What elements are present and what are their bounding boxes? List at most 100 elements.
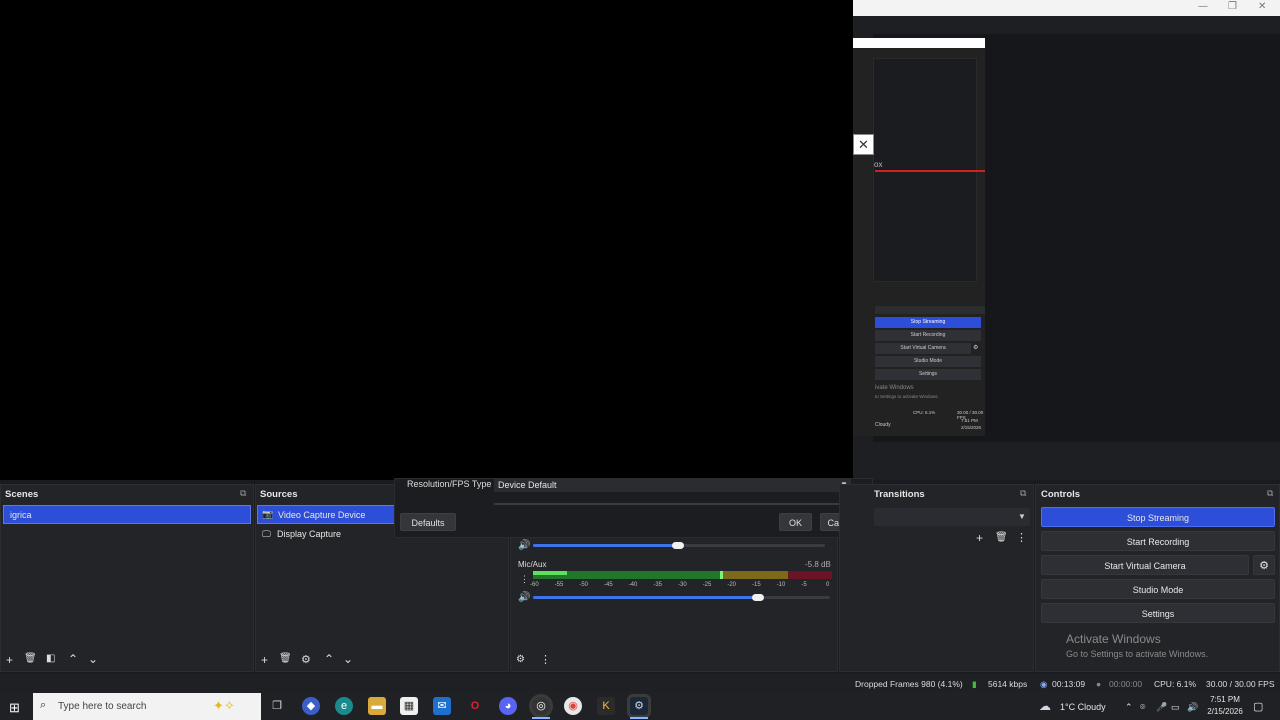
scene-item[interactable]: igrica [3, 505, 251, 524]
obs-icon[interactable]: ◎ [532, 697, 550, 715]
maximize-icon[interactable]: ❐ [1228, 1, 1237, 12]
move-down-icon[interactable]: ⌄ [343, 652, 353, 666]
sources-title: Sources [260, 489, 298, 500]
speaker-icon[interactable]: 🔊 [518, 540, 530, 551]
add-icon[interactable]: + [261, 653, 268, 667]
gear-icon[interactable]: ⚙ [516, 654, 525, 665]
stop-streaming-button[interactable]: Stop Streaming [1041, 507, 1275, 527]
active-indicator [532, 717, 550, 719]
app-icon[interactable]: K [597, 697, 615, 715]
transition-select[interactable] [874, 508, 1030, 526]
chevron-up-icon[interactable]: ⌃ [1125, 702, 1133, 713]
bitrate: 5614 kbps [988, 679, 1028, 689]
volume-knob[interactable] [672, 542, 684, 549]
trash-icon[interactable]: 🗑 [995, 532, 1008, 543]
taskbar-search[interactable]: ⌕ Type here to search ✦✧ [33, 693, 261, 720]
mini-activate-sub: to Settings to activate Windows. [875, 394, 939, 399]
volume-slider[interactable] [533, 596, 758, 599]
kebab-icon[interactable]: ⋮ [540, 653, 551, 666]
start-virtual-camera-button[interactable]: Start Virtual Camera [1041, 555, 1249, 575]
steam-icon[interactable]: ⚙ [630, 697, 648, 715]
mini-cpu: CPU: 6.1% [913, 410, 936, 415]
camera-icon: 📷 [262, 509, 274, 519]
record-icon: ● [1096, 679, 1102, 689]
clock-time[interactable]: 7:51 PM [1207, 695, 1243, 704]
volume-track [678, 544, 825, 547]
meter-tick-label: -20 [727, 582, 736, 588]
windows-start-icon[interactable]: ⊞ [9, 700, 20, 716]
volume-slider[interactable] [533, 544, 678, 547]
mini-button: Studio Mode [875, 356, 981, 367]
undock-icon[interactable]: ⧉ [1267, 488, 1277, 498]
fps: 30.00 / 30.00 FPS [1206, 679, 1275, 689]
volume-icon[interactable]: 🔊 [1187, 702, 1198, 713]
volume-track [758, 596, 830, 599]
meter-tick-label: -60 [530, 582, 539, 588]
studio-mode-button[interactable]: Studio Mode [1041, 579, 1275, 599]
ok-button[interactable]: OK [779, 513, 812, 531]
discord-icon[interactable]: ◕ [499, 697, 517, 715]
filter-icon[interactable]: ◧ [46, 653, 55, 664]
notification-icon[interactable]: ▢ [1253, 700, 1263, 713]
activate-windows-title: Activate Windows [1066, 632, 1161, 646]
source-item-display[interactable]: Display Capture [257, 525, 397, 544]
gear-icon[interactable]: ⚙ [1253, 555, 1275, 575]
kebab-icon[interactable]: ⋮ [1016, 531, 1027, 544]
mini-button: Start Virtual Camera [875, 343, 971, 354]
sparkle-icon: ✦✧ [213, 698, 235, 713]
mini-weather: Cloudy [875, 422, 891, 428]
move-down-icon[interactable]: ⌄ [88, 652, 98, 666]
resolution-select[interactable]: Device Default [494, 479, 851, 492]
nested-obs-preview: Stop Streaming Start Recording Start Vir… [853, 38, 985, 436]
close-window-icon[interactable]: ✕ [1258, 1, 1266, 12]
mini-gear-icon: ⚙ [973, 345, 979, 351]
opera-icon[interactable]: O [466, 697, 484, 715]
meter-tick-label: -10 [776, 582, 786, 588]
signal-icon: ▮ [972, 679, 977, 689]
meter-tick-label: 0 [826, 582, 830, 588]
meter-tick-label: -55 [554, 582, 564, 588]
move-up-icon[interactable]: ⌃ [324, 652, 334, 666]
edge-icon[interactable]: e [335, 697, 353, 715]
trash-icon[interactable]: 🗑 [24, 653, 37, 664]
meter-tick-label: -40 [628, 582, 638, 588]
field-label: Resolution/FPS Type [407, 479, 492, 489]
red-line [875, 170, 985, 172]
speaker-icon[interactable]: 🔊 [518, 592, 530, 603]
chrome-icon[interactable]: ◉ [564, 697, 582, 715]
cpu-usage: CPU: 6.1% [1154, 679, 1197, 689]
clock-date[interactable]: 2/15/2026 [1203, 707, 1247, 716]
meter-red [788, 571, 832, 579]
start-recording-button[interactable]: Start Recording [1041, 531, 1275, 551]
controls-title: Controls [1041, 489, 1081, 500]
add-icon[interactable]: + [6, 653, 13, 667]
kebab-icon[interactable]: ⋮ [520, 574, 529, 585]
add-icon[interactable]: + [976, 531, 983, 545]
store-icon[interactable]: ▦ [400, 697, 418, 715]
mic-icon[interactable]: 🎤 [1156, 702, 1167, 713]
task-view-icon[interactable]: ❐ [268, 697, 286, 715]
undock-icon[interactable]: ⧉ [1020, 488, 1030, 498]
volume-knob[interactable] [752, 594, 764, 601]
move-up-icon[interactable]: ⌃ [68, 652, 78, 666]
mini-date: 2/15/2026 [961, 425, 982, 430]
mail-icon[interactable]: ✉ [433, 697, 451, 715]
partial-label: ox [874, 160, 883, 169]
source-item-video[interactable]: Video Capture Device [257, 505, 397, 524]
settings-button[interactable]: Settings [1041, 603, 1275, 623]
meter-tick-label: -30 [678, 582, 687, 588]
defaults-button[interactable]: Defaults [400, 513, 456, 531]
preview-canvas[interactable] [0, 0, 853, 480]
gear-icon[interactable]: ⚙ [301, 653, 311, 666]
weather-text[interactable]: 1°C Cloudy [1060, 702, 1106, 712]
folder-icon[interactable]: ▬ [368, 697, 386, 715]
minimize-icon[interactable]: — [1198, 1, 1208, 12]
network-icon[interactable]: ⌾ [1140, 702, 1145, 713]
cloud-icon: ☁ [1039, 699, 1051, 713]
copilot-icon[interactable]: ◆ [302, 697, 320, 715]
display-icon[interactable]: ▭ [1171, 702, 1180, 713]
mini-button: Start Recording [875, 330, 981, 341]
undock-icon[interactable]: ⧉ [240, 488, 250, 498]
close-icon[interactable]: ✕ [853, 134, 874, 155]
trash-icon[interactable]: 🗑 [279, 653, 292, 664]
